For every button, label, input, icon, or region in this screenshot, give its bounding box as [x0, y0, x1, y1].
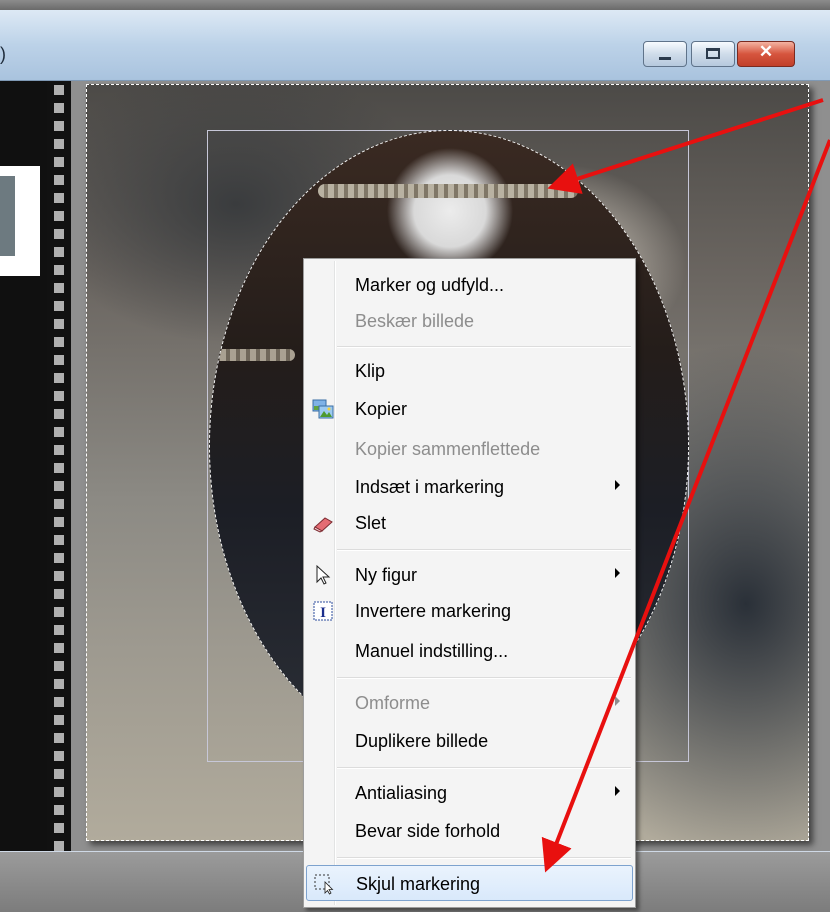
menu-item-duplikere-billede[interactable]: Duplikere billede [306, 723, 633, 759]
menu-separator [337, 677, 631, 679]
menu-item-label: Antialiasing [355, 783, 448, 803]
menu-item-omforme[interactable]: Omforme [306, 685, 633, 721]
hide-selection-icon [314, 874, 334, 895]
minimize-button[interactable] [643, 41, 687, 67]
menu-separator [337, 857, 631, 859]
menu-item-label: Omforme [355, 693, 431, 713]
minimize-icon [659, 57, 671, 60]
maximize-button[interactable] [691, 41, 735, 67]
menu-separator [337, 549, 631, 551]
menu-item-ny-figur[interactable]: Ny figur [306, 557, 633, 593]
copy-image-icon [312, 399, 334, 419]
menu-item-label: Duplikere billede [355, 731, 489, 751]
menu-item-kopier-sammenflettede[interactable]: Kopier sammenflettede [306, 431, 633, 467]
menu-item-label: Bevar side forhold [355, 821, 501, 841]
submenu-arrow-icon [615, 786, 620, 796]
menu-item-manuel-indstilling[interactable]: Manuel indstilling... [306, 633, 633, 669]
menu-item-beskaer-billede[interactable]: Beskær billede [306, 303, 633, 339]
thumbnail[interactable] [0, 166, 40, 276]
menu-item-slet[interactable]: Slet [306, 505, 633, 541]
invert-selection-icon: I [313, 601, 333, 621]
eraser-icon [313, 517, 333, 533]
menu-item-label: Indsæt i markering [355, 477, 505, 497]
filmstrip-border [47, 81, 71, 851]
menu-item-label: Invertere markering [355, 601, 512, 621]
menu-item-kopier[interactable]: Kopier [306, 391, 633, 427]
menu-item-label: Skjul markering [356, 874, 481, 894]
menu-item-label: Manuel indstilling... [355, 641, 509, 661]
menu-item-indsaet-i-markering[interactable]: Indsæt i markering [306, 469, 633, 505]
menu-item-antialiasing[interactable]: Antialiasing [306, 775, 633, 811]
svg-text:I: I [320, 605, 326, 621]
menu-item-label: Marker og udfyld... [355, 275, 505, 295]
submenu-arrow-icon [615, 568, 620, 578]
menu-item-bevar-side-forhold[interactable]: Bevar side forhold [306, 813, 633, 849]
pointer-icon [316, 564, 331, 585]
rope-detail [318, 184, 578, 198]
menu-item-label: Ny figur [355, 565, 418, 585]
context-menu: Marker og udfyld... Beskær billede Klip … [303, 258, 636, 908]
submenu-arrow-icon [615, 696, 620, 706]
title-bar: ) ✕ [0, 10, 830, 81]
close-icon: ✕ [758, 42, 774, 61]
window-title: ) [0, 44, 6, 64]
rope-detail-left [210, 349, 295, 361]
menu-item-klip[interactable]: Klip [306, 353, 633, 389]
window-top-edge [0, 0, 830, 10]
menu-item-invertere-markering[interactable]: I Invertere markering [306, 593, 633, 629]
thumbnail-image [0, 176, 15, 256]
menu-item-marker-og-udfyld[interactable]: Marker og udfyld... [306, 267, 633, 303]
menu-item-skjul-markering[interactable]: Skjul markering [306, 865, 633, 901]
menu-item-label: Klip [355, 361, 386, 381]
menu-separator [337, 346, 631, 348]
close-button[interactable]: ✕ [737, 41, 795, 67]
menu-item-label: Slet [355, 513, 387, 533]
maximize-icon [706, 48, 720, 59]
menu-item-label: Kopier [355, 399, 408, 419]
menu-item-label: Kopier sammenflettede [355, 439, 541, 459]
menu-separator [337, 767, 631, 769]
menu-item-label: Beskær billede [355, 311, 475, 331]
submenu-arrow-icon [615, 480, 620, 490]
